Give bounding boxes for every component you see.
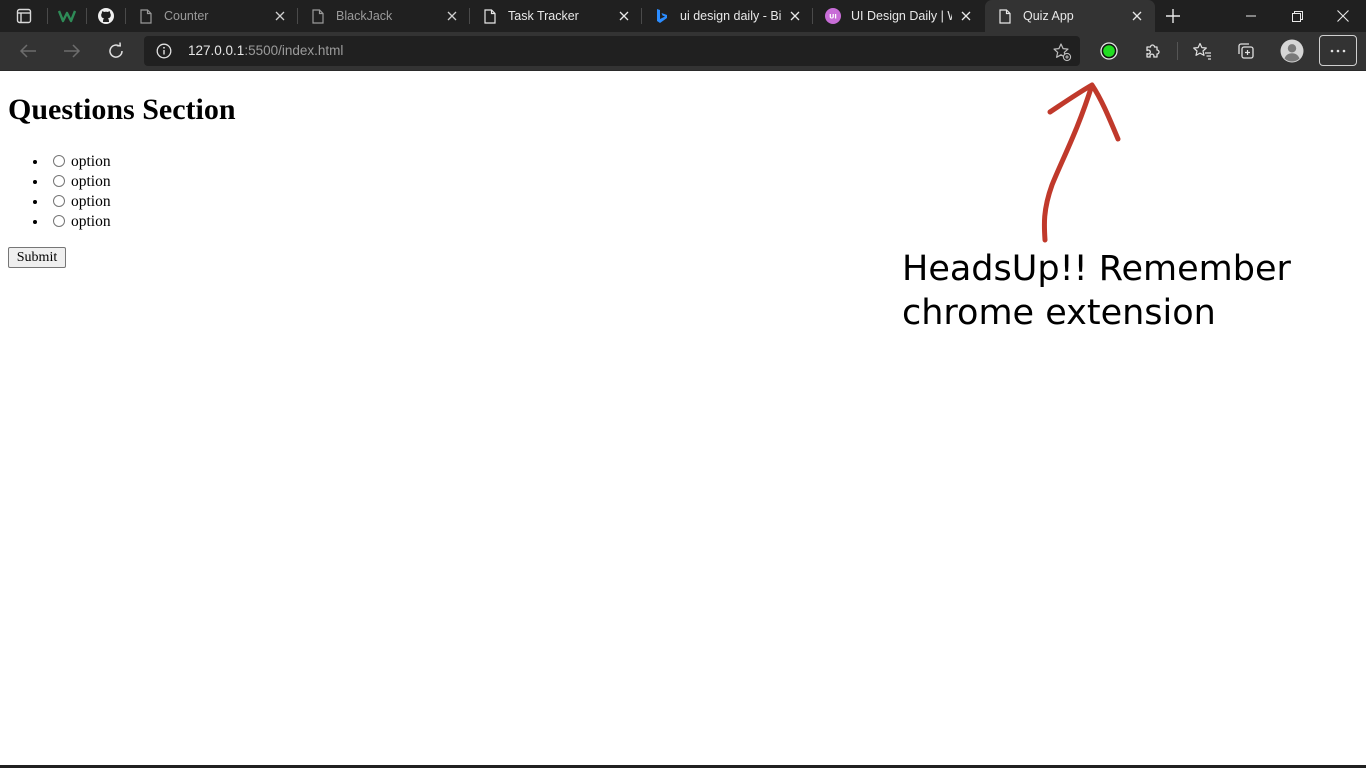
url-text: 127.0.0.1:5500/index.html [188,43,343,58]
option-label: option [71,193,111,210]
option-radio[interactable] [53,195,65,207]
github-icon [98,8,114,24]
tab-strip: Counter BlackJack Task Tracker ui design… [0,0,1366,32]
option-radio[interactable] [53,175,65,187]
page-icon [997,8,1013,24]
collections-button[interactable] [1230,36,1262,66]
settings-and-more-button[interactable] [1319,35,1357,66]
page-icon [310,8,326,24]
list-item: option [48,172,111,192]
option-label: option [71,153,111,170]
collections-icon [1238,43,1254,59]
pinned-tab-github[interactable] [91,0,121,32]
tab-separator [47,8,48,24]
tab-actions-icon [16,8,32,24]
refresh-icon [109,42,123,58]
avatar-icon [1280,39,1304,63]
restore-button[interactable] [1274,0,1320,32]
annotation-line-2: chrome extension [902,293,1216,333]
tab-title: ui design daily - Bing [680,9,781,23]
pinned-tab-w[interactable] [52,0,82,32]
tab-task-tracker[interactable]: Task Tracker [470,0,642,32]
tab-separator [86,8,87,24]
close-tab-icon[interactable] [616,8,632,24]
close-tab-icon[interactable] [1129,8,1145,24]
puzzle-piece-icon [1146,44,1160,58]
url-path: :5500/index.html [244,43,344,58]
close-tab-icon[interactable] [272,8,288,24]
w-logo-icon [58,10,76,23]
tab-title: BlackJack [336,9,393,23]
tab-bing-search[interactable]: ui design daily - Bing [642,0,813,32]
annotation-note: HeadsUp!! Remember chrome extension [902,247,1291,335]
tab-title: UI Design Daily | Website [851,9,952,23]
address-bar[interactable]: 127.0.0.1:5500/index.html [144,36,1080,66]
tab-ui-design-daily[interactable]: UI UI Design Daily | Website [813,0,984,32]
page-icon [482,8,498,24]
site-info-icon[interactable] [156,43,172,59]
tab-title: Counter [164,9,209,23]
list-item: option [48,192,111,212]
toolbar-separator [1177,42,1178,60]
tab-counter[interactable]: Counter [126,0,298,32]
tab-quiz-app[interactable]: Quiz App [985,0,1155,32]
option-radio[interactable] [53,155,65,167]
profile-button[interactable] [1276,36,1308,66]
forward-button[interactable] [56,36,88,66]
back-button[interactable] [12,36,44,66]
page-icon [138,8,154,24]
close-tab-icon[interactable] [444,8,460,24]
minimize-icon [1246,15,1256,17]
restore-icon [1291,10,1303,22]
svg-text:UI: UI [829,13,837,21]
page-content: Questions Section option option option o… [0,71,1366,768]
favorites-button[interactable] [1186,36,1218,66]
close-tab-icon[interactable] [958,8,974,24]
options-list: option option option option [8,152,111,232]
more-dots-icon [1330,49,1346,52]
green-dot-extension-icon [1100,42,1118,60]
back-arrow-icon [19,44,36,58]
tab-blackjack[interactable]: BlackJack [298,0,470,32]
page-title: Questions Section [8,93,236,126]
tab-actions-button[interactable] [8,0,40,32]
plus-icon [1166,9,1180,23]
tab-title: Task Tracker [508,9,579,23]
add-favorite-icon[interactable] [1052,42,1072,62]
option-label: option [71,213,111,230]
list-item: option [48,212,111,232]
tab-title: Quiz App [1023,9,1074,23]
annotation-arrow [1041,82,1121,243]
extensions-button[interactable] [1137,36,1169,66]
close-tab-icon[interactable] [787,8,803,24]
new-tab-button[interactable] [1158,0,1188,32]
option-radio[interactable] [53,215,65,227]
url-host: 127.0.0.1 [188,43,245,58]
favorites-star-icon [1193,42,1211,60]
submit-button[interactable]: Submit [8,247,66,268]
close-icon [1337,10,1349,22]
close-window-button[interactable] [1320,0,1366,32]
minimize-button[interactable] [1228,0,1274,32]
browser-toolbar: 127.0.0.1:5500/index.html [0,32,1366,71]
ui-design-daily-icon: UI [825,8,841,24]
refresh-button[interactable] [100,36,132,66]
list-item: option [48,152,111,172]
green-extension-button[interactable] [1093,36,1125,66]
bing-icon [654,8,670,24]
forward-arrow-icon [64,44,81,58]
annotation-line-1: HeadsUp!! Remember [902,249,1291,289]
option-label: option [71,173,111,190]
